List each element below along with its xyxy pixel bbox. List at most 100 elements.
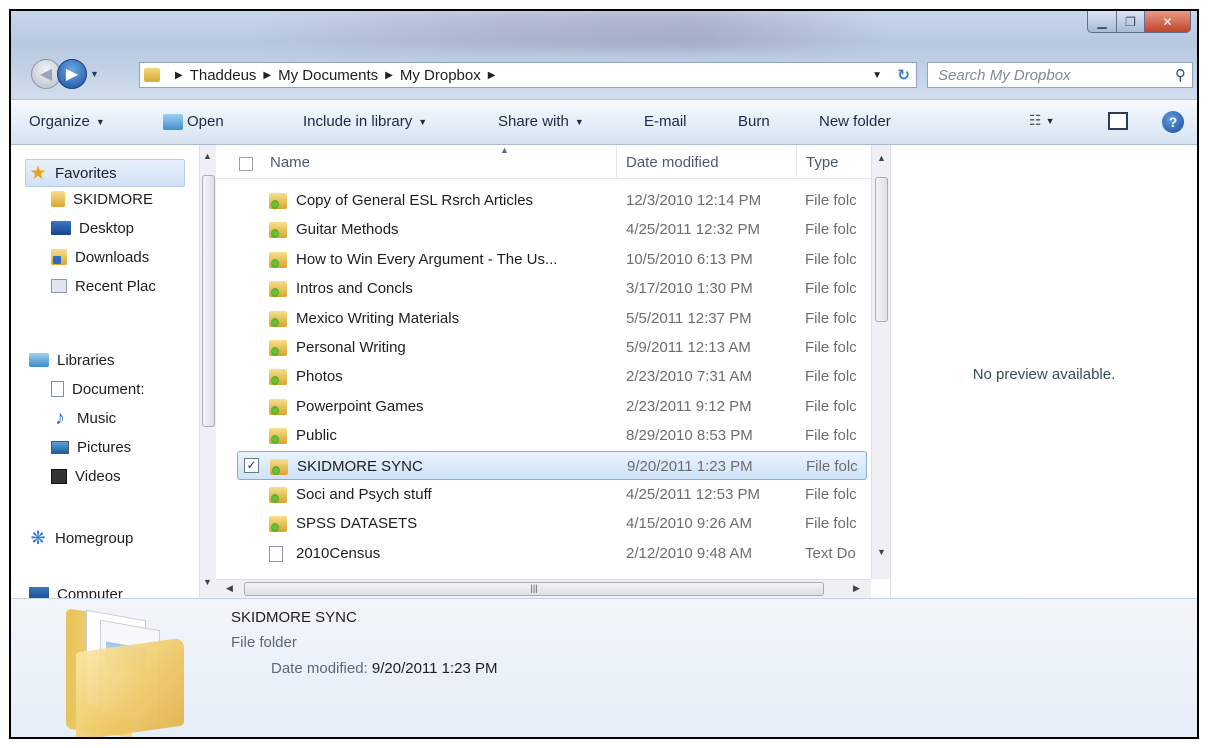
nav-item-recent-places[interactable]: Recent Plac — [51, 273, 156, 299]
file-row[interactable]: Soci and Psych stuff 4/25/2011 12:53 PM Fi… — [216, 480, 871, 509]
file-type: File folc — [805, 427, 857, 445]
search-input[interactable]: Search My Dropbox — [938, 67, 1071, 84]
file-list-horizontal-scrollbar[interactable]: ◀ ||| ▶ — [216, 579, 871, 598]
refresh-icon[interactable]: ↻ — [897, 66, 910, 84]
views-icon: ☷ — [1029, 112, 1041, 128]
file-type: File folc — [805, 368, 857, 386]
scroll-down-icon[interactable]: ▼ — [877, 547, 886, 557]
music-note-icon: ♪ — [55, 406, 65, 429]
breadcrumb-separator-icon[interactable]: ▶ — [385, 70, 393, 81]
breadcrumb-separator-icon[interactable]: ▶ — [488, 70, 496, 81]
folder-front-shape — [76, 637, 184, 737]
preview-pane-button[interactable] — [1108, 112, 1128, 130]
column-type[interactable]: Type — [806, 154, 839, 171]
scroll-up-icon[interactable]: ▲ — [877, 153, 886, 163]
chevron-down-icon: ▼ — [418, 116, 428, 127]
scroll-left-icon[interactable]: ◀ — [226, 583, 233, 594]
file-row[interactable]: Personal Writing 5/9/2011 12:13 AM File fo… — [216, 333, 871, 362]
nav-scroll-thumb[interactable] — [202, 175, 215, 427]
nav-item-documents[interactable]: Document: — [51, 376, 145, 402]
nav-item-videos[interactable]: Videos — [51, 463, 121, 489]
nav-scrollbar[interactable]: ▲ ▼ — [199, 145, 216, 598]
file-list-scroll-thumb[interactable] — [875, 177, 888, 322]
file-list-vertical-scrollbar[interactable]: ▲ ▼ — [871, 145, 890, 579]
libraries-icon — [29, 353, 49, 367]
file-row[interactable]: Mexico Writing Materials 5/5/2011 12:37 P… — [216, 304, 871, 333]
new-folder-button[interactable]: New folder — [819, 113, 891, 130]
file-row[interactable]: SPSS DATASETS 4/15/2010 9:26 AM File folc — [216, 509, 871, 538]
breadcrumb-separator-icon[interactable]: ▶ — [263, 70, 271, 81]
nav-homegroup[interactable]: ❋ Homegroup — [29, 525, 133, 551]
nav-libraries[interactable]: Libraries — [29, 347, 115, 373]
large-folder-icon — [66, 605, 186, 737]
file-row[interactable]: Public 8/29/2010 8:53 PM File folc — [216, 421, 871, 450]
file-name: Mexico Writing Materials — [296, 309, 460, 327]
folder-icon — [269, 428, 287, 445]
file-row[interactable]: 2010Census 2/12/2010 9:48 AM Text Do — [216, 539, 871, 568]
organize-button[interactable]: Organize ▼ — [29, 113, 105, 130]
address-history-dropdown-icon[interactable]: ▼ — [872, 70, 882, 81]
nav-favorites-label: Favorites — [55, 164, 117, 182]
share-with-button[interactable]: Share with ▼ — [498, 113, 584, 130]
column-date-modified[interactable]: Date modified — [626, 154, 719, 171]
file-row[interactable]: Powerpoint Games 2/23/2011 9:12 PM File fo… — [216, 392, 871, 421]
include-in-library-button[interactable]: Include in library ▼ — [303, 113, 427, 130]
folder-icon — [269, 398, 287, 415]
scroll-up-icon[interactable]: ▲ — [203, 151, 212, 161]
breadcrumb-my-documents[interactable]: My Documents — [278, 67, 378, 84]
minimize-icon: ▁ — [1097, 14, 1107, 29]
open-button[interactable]: Open — [163, 113, 224, 130]
scroll-down-icon[interactable]: ▼ — [203, 577, 212, 587]
new-folder-label: New folder — [819, 113, 891, 130]
minimize-button[interactable]: ▁ — [1087, 11, 1117, 33]
row-checkbox[interactable]: ✓ — [244, 457, 259, 473]
nav-item-downloads[interactable]: Downloads — [51, 244, 149, 270]
file-type: File folc — [805, 397, 857, 415]
file-row[interactable]: Intros and Concls 3/17/2010 1:30 PM File f… — [216, 274, 871, 303]
breadcrumb-my-dropbox[interactable]: My Dropbox — [400, 67, 481, 84]
recent-pages-dropdown-icon[interactable]: ▼ — [90, 69, 99, 79]
sort-ascending-icon: ▲ — [500, 145, 509, 155]
file-name: Guitar Methods — [296, 221, 399, 239]
file-row[interactable]: How to Win Every Argument - The Us... 10/… — [216, 245, 871, 274]
file-name: Copy of General ESL Rsrch Articles — [296, 192, 534, 209]
navigation-buttons: ◀ ▶ ▼ — [31, 59, 99, 89]
email-button[interactable]: E-mail — [644, 113, 687, 130]
include-in-library-label: Include in library — [303, 113, 413, 130]
nav-computer[interactable]: Computer — [29, 581, 123, 598]
column-divider[interactable] — [796, 145, 797, 179]
column-name[interactable]: Name — [270, 154, 310, 171]
file-row[interactable]: Copy of General ESL Rsrch Articles 12/3/2… — [216, 186, 871, 215]
nav-favorites[interactable]: ★ Favorites — [29, 160, 117, 186]
scroll-right-icon[interactable]: ▶ — [853, 583, 860, 594]
file-row[interactable]: ✓ SKIDMORE SYNC 9/20/2011 1:23 PM File folc — [237, 450, 867, 480]
file-date-modified: 4/15/2010 9:26 AM — [626, 515, 752, 533]
file-row[interactable]: Photos 2/23/2010 7:31 AM File folc — [216, 362, 871, 391]
nav-item-music[interactable]: ♪ Music — [51, 405, 116, 431]
nav-item-skidmore[interactable]: SKIDMORE — [51, 186, 153, 212]
help-button[interactable]: ? — [1162, 111, 1184, 133]
file-name: Intros and Concls — [296, 280, 413, 298]
maximize-button[interactable]: ❐ — [1117, 11, 1145, 33]
search-box[interactable]: Search My Dropbox ⚲ — [927, 62, 1193, 88]
search-icon[interactable]: ⚲ — [1175, 66, 1186, 84]
forward-button[interactable]: ▶ — [57, 59, 87, 89]
folder-icon — [269, 281, 287, 298]
close-button[interactable]: ✕ — [1145, 11, 1191, 33]
address-bar[interactable]: ▶ Thaddeus ▶ My Documents ▶ My Dropbox ▶… — [139, 62, 917, 88]
horizontal-scroll-thumb[interactable]: ||| — [244, 582, 824, 596]
text-file-icon — [269, 545, 283, 562]
breadcrumb-thaddeus[interactable]: Thaddeus — [190, 67, 257, 84]
column-divider[interactable] — [616, 145, 617, 179]
select-all-checkbox[interactable] — [239, 157, 253, 171]
nav-item-label: SKIDMORE — [73, 190, 154, 208]
breadcrumb-separator-icon[interactable]: ▶ — [175, 70, 183, 81]
back-arrow-icon: ◀ — [39, 66, 53, 83]
change-view-button[interactable]: ☷ ▼ — [1029, 112, 1054, 129]
homegroup-icon: ❋ — [30, 527, 46, 548]
file-row[interactable]: Guitar Methods 4/25/2011 12:32 PM File fol… — [216, 215, 871, 244]
file-type: File folc — [805, 309, 857, 327]
nav-item-desktop[interactable]: Desktop — [51, 215, 134, 241]
nav-item-pictures[interactable]: Pictures — [51, 434, 131, 460]
burn-button[interactable]: Burn — [738, 113, 770, 130]
